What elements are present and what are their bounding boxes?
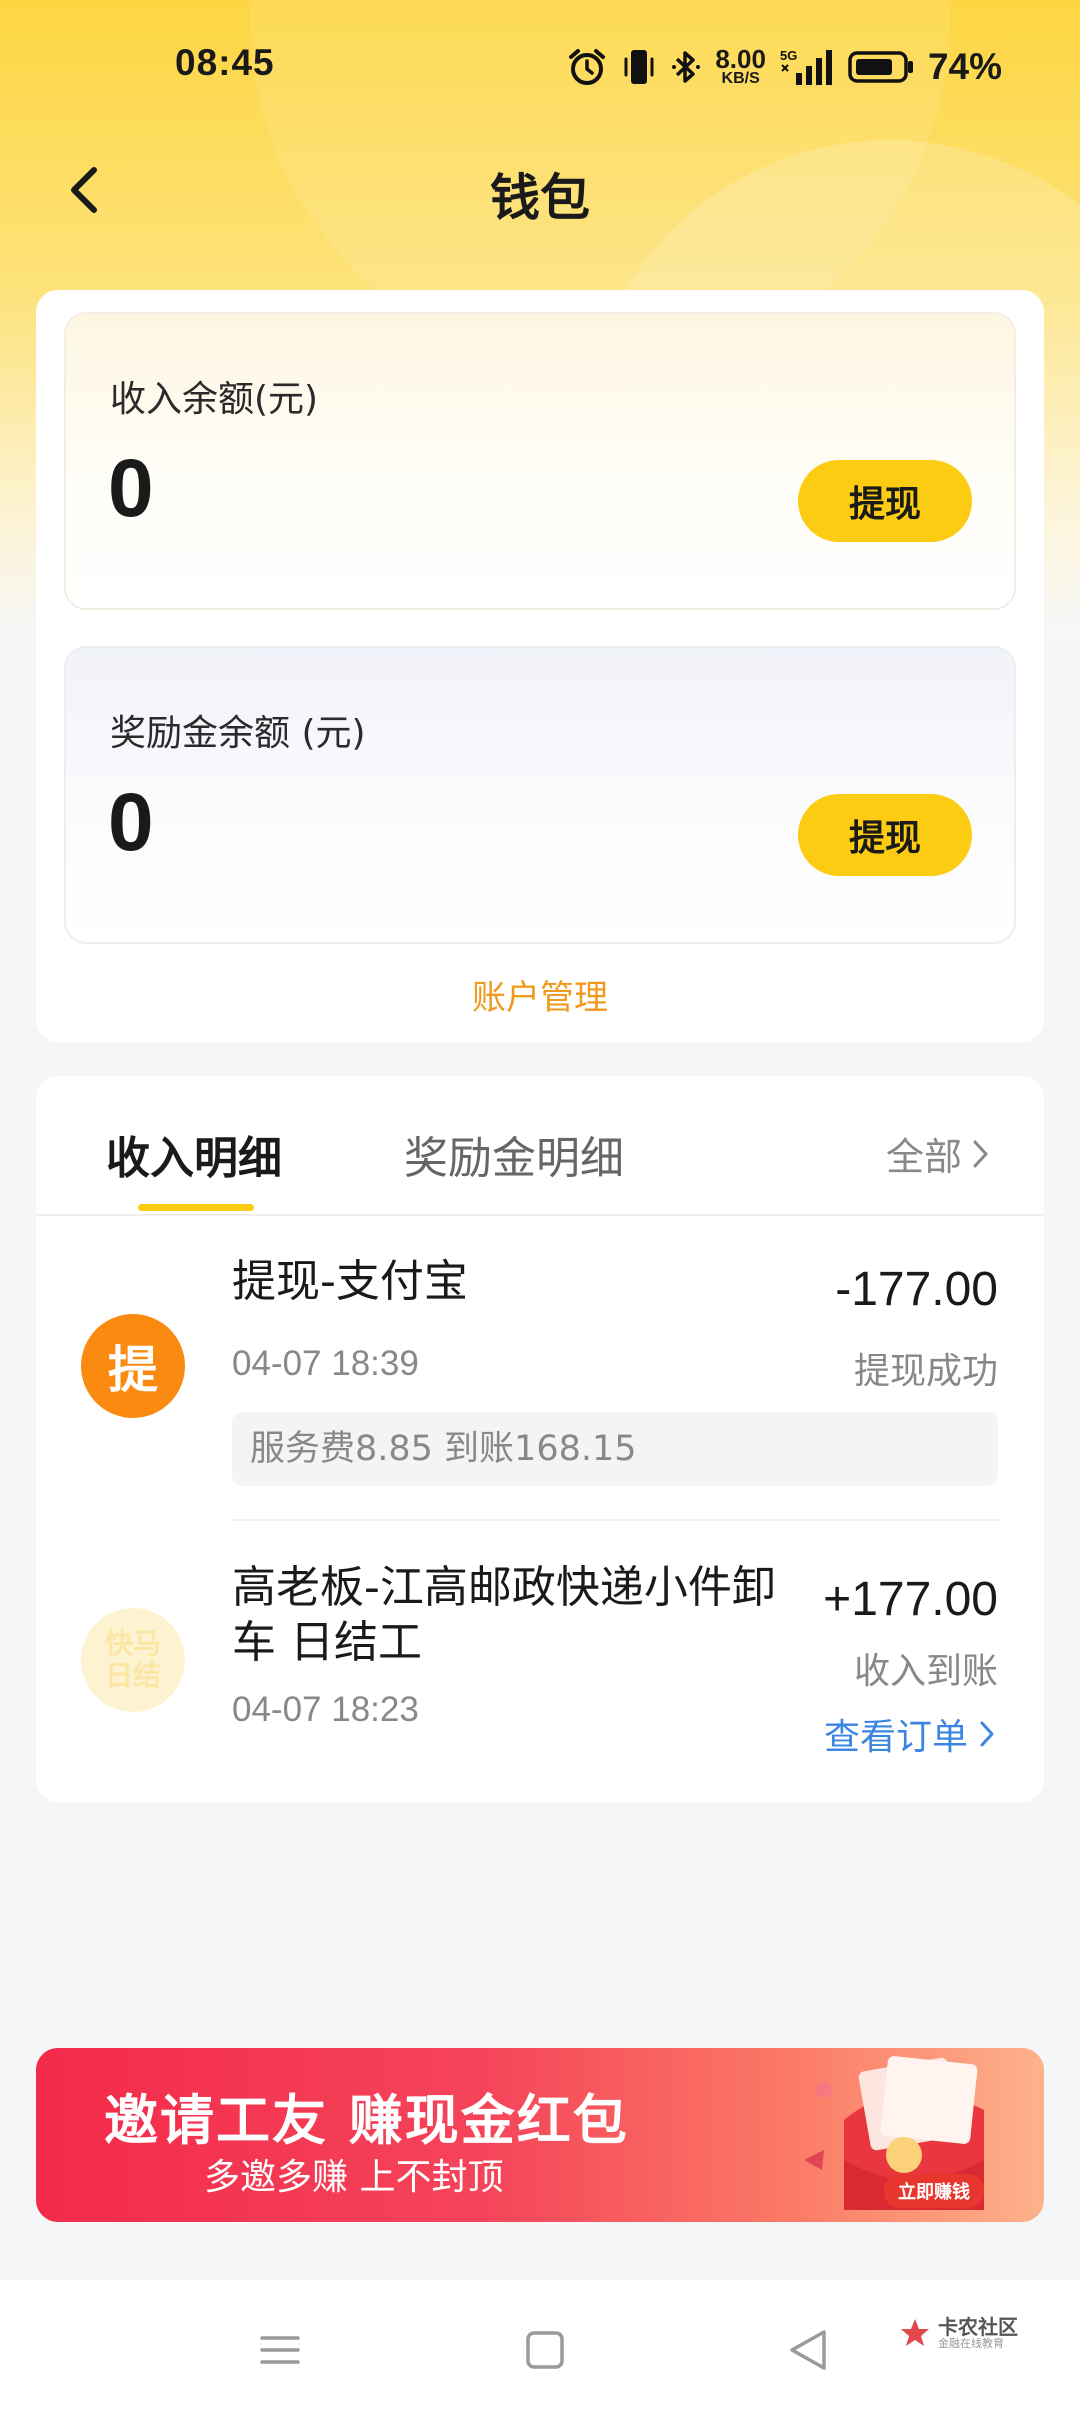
tab-income-details[interactable]: 收入明细 [106,1122,282,1186]
net-speed: 8.00 KB/S [715,44,766,87]
bonus-balance-value: 0 [108,777,154,868]
watermark: 卡农社区 金融在线教育 [898,2316,1018,2350]
transaction-status: 提现成功 [853,1351,998,1392]
status-icons: 8.00 KB/S 5G 74% [567,44,1002,90]
banner-earn-button[interactable]: 立即赚钱 [884,2174,984,2208]
status-bar: 08:45 8.00 KB/S 5G 74% [0,0,1080,140]
banner-subtitle: 多邀多赚 上不封顶 [204,2157,504,2198]
bonus-balance-box: 奖励金余额 (元) 0 提现 [64,646,1016,944]
menu-icon [260,2336,300,2364]
system-navigation-bar: 卡农社区 金融在线教育 [0,2280,1080,2412]
home-square-icon [526,2331,564,2369]
invite-banner[interactable]: 邀请工友 赚现金红包 多邀多赚 上不封顶 立即赚钱 [36,2048,1044,2222]
tab-divider [36,1214,1044,1216]
net-speed-unit: KB/S [721,69,760,87]
home-button[interactable] [515,2320,575,2380]
chevron-right-icon [980,1721,994,1747]
transaction-time: 04-07 18:23 [232,1690,419,1729]
page-title: 钱包 [490,169,590,227]
system-back-button[interactable] [780,2320,840,2380]
bonus-withdraw-button[interactable]: 提现 [798,794,972,876]
active-tab-indicator [138,1204,254,1211]
avatar-text-line1: 快马 [104,1626,161,1660]
transaction-separator [232,1519,998,1521]
back-triangle-icon [790,2330,826,2370]
recent-apps-button[interactable] [250,2320,310,2380]
watermark-sub-text: 金融在线教育 [938,2337,1004,2350]
view-order-link[interactable]: 查看订单 [824,1708,998,1760]
income-withdraw-button[interactable]: 提现 [798,460,972,542]
transaction-status: 收入到账 [853,1651,998,1692]
withdraw-avatar: 提 [81,1314,185,1418]
income-balance-box: 收入余额(元) 0 提现 [64,312,1016,610]
net-speed-value: 8.00 [715,44,766,75]
detail-card: 收入明细 奖励金明细 全部 提 提现-支付宝 04-07 18:39 -177.… [36,1076,1044,1802]
chevron-right-icon [973,1140,988,1167]
transaction-title: 提现-支付宝 [232,1256,468,1307]
kuaima-logo-avatar: 快马 日结 [81,1608,185,1712]
status-time: 08:45 [175,42,275,83]
avatar-text-line2: 日结 [104,1659,161,1692]
transaction-amount: -177.00 [835,1263,998,1316]
signal-icon: 5G [780,48,832,85]
service-fee-note: 服务费8.85 到账168.15 [232,1412,998,1486]
tab-bonus-details[interactable]: 奖励金明细 [404,1122,624,1186]
network-type: 5G [780,48,797,63]
transaction-amount: +177.00 [823,1573,998,1626]
alarm-icon [569,49,606,85]
all-filter-button[interactable]: 全部 [886,1126,992,1181]
vibrate-icon [624,50,654,84]
account-management-link[interactable]: 账户管理 [36,970,1044,1019]
bluetooth-icon [672,51,701,83]
battery-percent: 74% [927,46,1002,87]
bonus-balance-label: 奖励金余额 (元) [110,713,366,754]
all-filter-label: 全部 [885,1135,962,1179]
watermark-logo-icon [901,2319,929,2347]
banner-title: 邀请工友 赚现金红包 [104,2089,629,2152]
transaction-title: 高老板-江高邮政快递小件卸车 日结工 [232,1562,776,1668]
income-balance-value: 0 [108,443,154,534]
income-balance-label: 收入余额(元) [110,379,319,420]
view-order-label: 查看订单 [823,1717,968,1758]
balance-card: 收入余额(元) 0 提现 奖励金余额 (元) 0 提现 账户管理 [36,290,1044,1042]
watermark-main-text: 卡农社区 [938,2315,1018,2339]
battery-icon [848,51,913,83]
transaction-time: 04-07 18:39 [232,1344,419,1383]
